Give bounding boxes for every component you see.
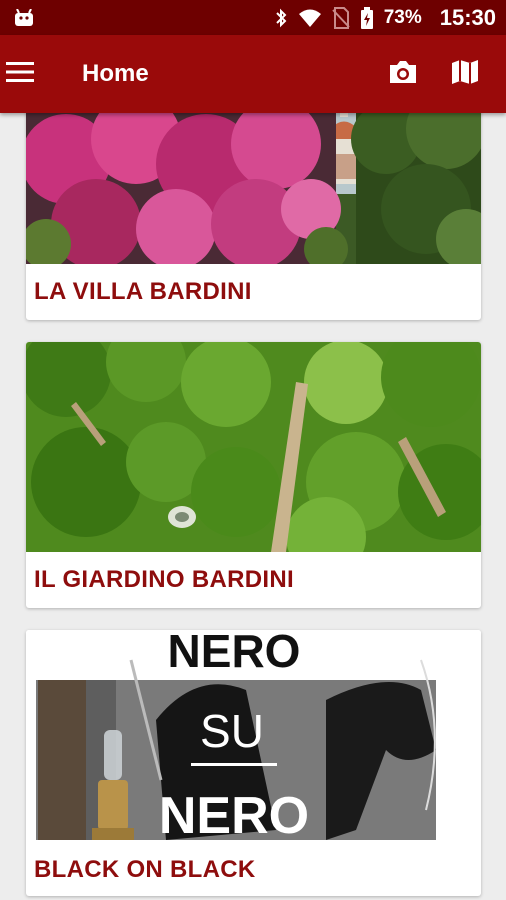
image-text-su: SU <box>200 705 264 757</box>
clock: 15:30 <box>439 4 496 30</box>
card-image-giardino <box>26 342 481 552</box>
no-sim-icon <box>331 6 350 29</box>
card-giardino-bardini[interactable]: IL GIARDINO BARDINI <box>26 342 481 608</box>
camera-icon <box>388 59 418 90</box>
map-button[interactable] <box>434 35 496 113</box>
image-text-nero-bottom: NERO <box>159 787 309 844</box>
card-image-villa <box>26 113 481 264</box>
battery-percent: 73% <box>383 6 422 28</box>
wifi-icon <box>298 8 322 28</box>
map-icon <box>451 58 479 91</box>
bluetooth-icon <box>274 8 288 28</box>
status-bar: 73% 15:30 <box>0 0 506 35</box>
battery-icon <box>360 6 374 29</box>
card-title: BLACK ON BLACK <box>34 856 256 883</box>
camera-button[interactable] <box>372 35 434 113</box>
card-image-nero-su-nero: NERO SU NERO <box>26 630 481 844</box>
card-black-on-black[interactable]: NERO SU NERO BLACK ON BLACK <box>26 630 481 896</box>
card-list[interactable]: LA VILLA BARDINI IL GIARDINO BARDINI NER… <box>0 113 506 900</box>
page-title: Home <box>82 60 149 87</box>
app-bar: Home <box>0 35 506 113</box>
menu-icon <box>6 61 34 88</box>
card-title: LA VILLA BARDINI <box>34 278 252 305</box>
card-villa-bardini[interactable]: LA VILLA BARDINI <box>26 113 481 320</box>
menu-button[interactable] <box>0 35 60 113</box>
image-text-nero-top: NERO <box>168 630 301 677</box>
android-notification-icon <box>14 8 34 27</box>
card-title: IL GIARDINO BARDINI <box>34 566 294 593</box>
